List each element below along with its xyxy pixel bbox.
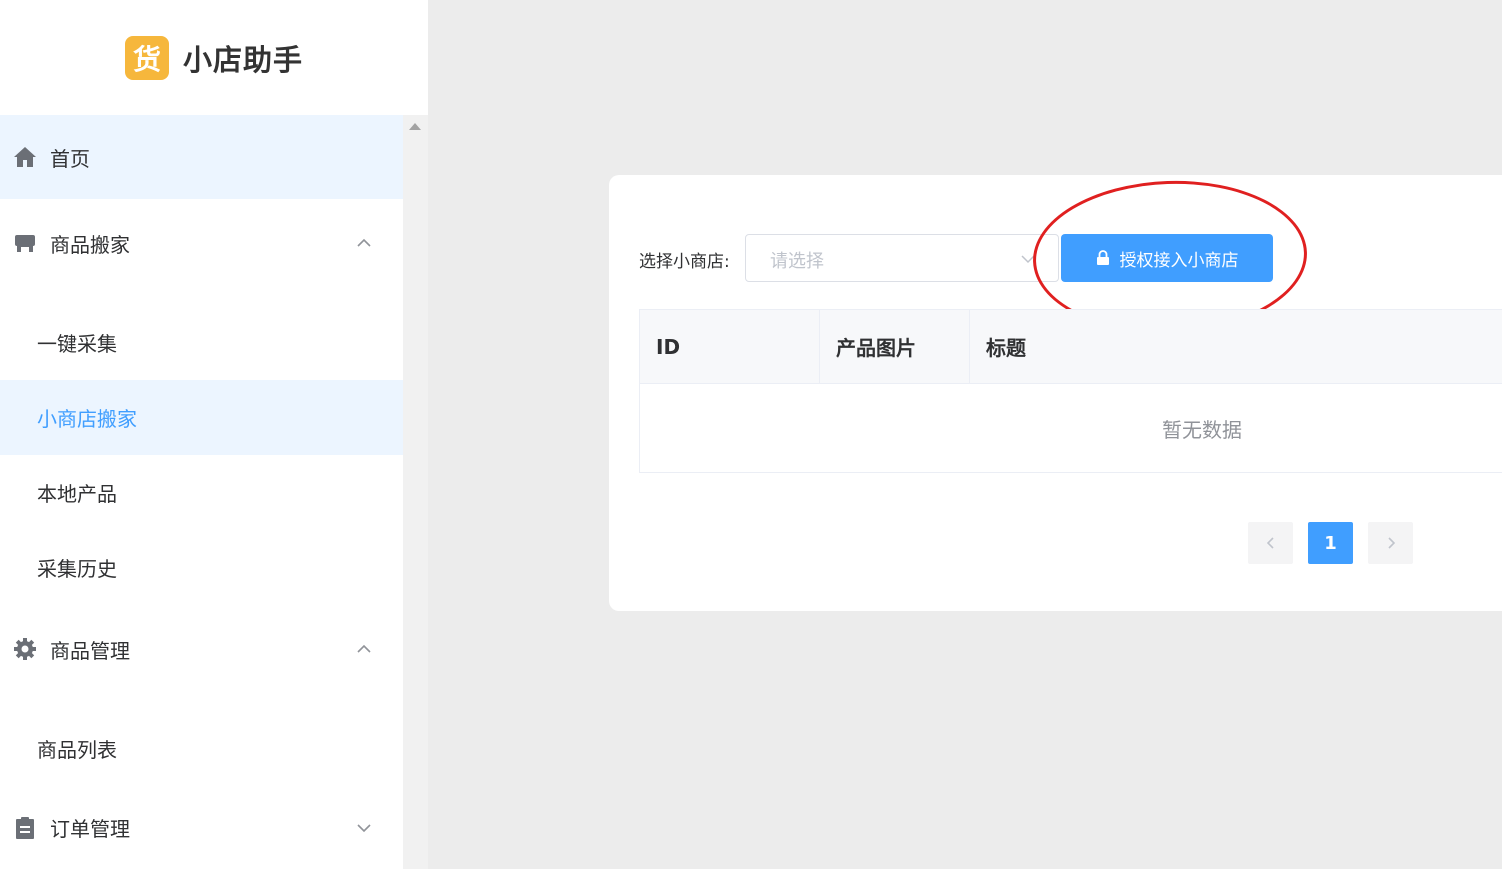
sidebar-item-label: 采集历史 — [37, 557, 117, 581]
brand-logo-icon: 货 — [124, 35, 169, 80]
chevron-down-icon — [1021, 255, 1035, 264]
sidebar-item-label: 订单管理 — [50, 817, 130, 841]
sidebar-item-home[interactable]: 首页 — [0, 115, 403, 199]
sidebar-item-label: 小商店搬家 — [37, 407, 137, 431]
gear-icon — [12, 636, 38, 662]
sidebar-item-local-products[interactable]: 本地产品 — [0, 455, 403, 530]
table-header: ID 产品图片 标题 — [640, 310, 1502, 384]
chevron-up-icon — [357, 644, 371, 653]
sidebar-scrollbar[interactable] — [403, 115, 428, 869]
scroll-up-arrow-icon[interactable] — [409, 123, 421, 130]
chevron-right-icon — [1387, 537, 1395, 549]
sidebar-item-label: 首页 — [50, 146, 90, 171]
chevron-down-icon — [357, 823, 371, 832]
product-table: ID 产品图片 标题 暂无数据 — [639, 309, 1502, 473]
app-root: 货 小店助手 首页 商品搬家 一键采集 小商店搬家 本地产品 采集历史 商品管理… — [0, 0, 1502, 869]
store-icon — [12, 230, 38, 256]
sidebar-item-shop-move[interactable]: 小商店搬家 — [0, 380, 403, 455]
content-card: 选择小商店: 请选择 授权接入小商店 ID 产品图片 标题 暂无数据 1 — [609, 175, 1502, 611]
sidebar-menu: 首页 商品搬家 一键采集 小商店搬家 本地产品 采集历史 商品管理 商品列表 订… — [0, 115, 403, 869]
sidebar: 货 小店助手 首页 商品搬家 一键采集 小商店搬家 本地产品 采集历史 商品管理… — [0, 0, 428, 869]
sidebar-item-product-list[interactable]: 商品列表 — [0, 711, 403, 786]
table-empty-text: 暂无数据 — [1162, 418, 1242, 442]
sidebar-item-label: 本地产品 — [37, 482, 117, 506]
chevron-up-icon — [357, 238, 371, 247]
lock-icon — [1096, 250, 1109, 265]
brand-name: 小店助手 — [182, 42, 303, 77]
shop-select-placeholder: 请选择 — [770, 251, 824, 272]
sidebar-group-product-manage[interactable]: 商品管理 — [0, 605, 403, 693]
shop-select-label: 选择小商店: — [639, 252, 730, 272]
next-page-button[interactable] — [1368, 522, 1413, 564]
sidebar-item-label: 商品列表 — [37, 738, 117, 762]
page-number-button[interactable]: 1 — [1308, 522, 1353, 564]
sidebar-group-order-manage[interactable]: 订单管理 — [0, 786, 403, 869]
sidebar-item-one-click-collect[interactable]: 一键采集 — [0, 305, 403, 380]
chevron-left-icon — [1266, 537, 1274, 549]
home-icon — [12, 144, 38, 170]
sidebar-item-collect-history[interactable]: 采集历史 — [0, 530, 403, 605]
sidebar-item-label: 一键采集 — [37, 332, 117, 356]
clipboard-icon — [12, 815, 38, 841]
sidebar-item-label: 商品搬家 — [50, 232, 130, 257]
authorize-shop-button-label: 授权接入小商店 — [1119, 250, 1239, 271]
sidebar-group-product-move[interactable]: 商品搬家 — [0, 199, 403, 287]
column-header-title[interactable]: 标题 — [970, 310, 1502, 383]
column-header-image[interactable]: 产品图片 — [820, 310, 970, 383]
sidebar-item-label: 商品管理 — [50, 638, 130, 663]
authorize-shop-button[interactable]: 授权接入小商店 — [1061, 234, 1273, 282]
column-header-id[interactable]: ID — [640, 310, 820, 383]
brand: 货 小店助手 — [0, 0, 428, 115]
prev-page-button[interactable] — [1248, 522, 1293, 564]
shop-select[interactable]: 请选择 — [745, 234, 1059, 282]
